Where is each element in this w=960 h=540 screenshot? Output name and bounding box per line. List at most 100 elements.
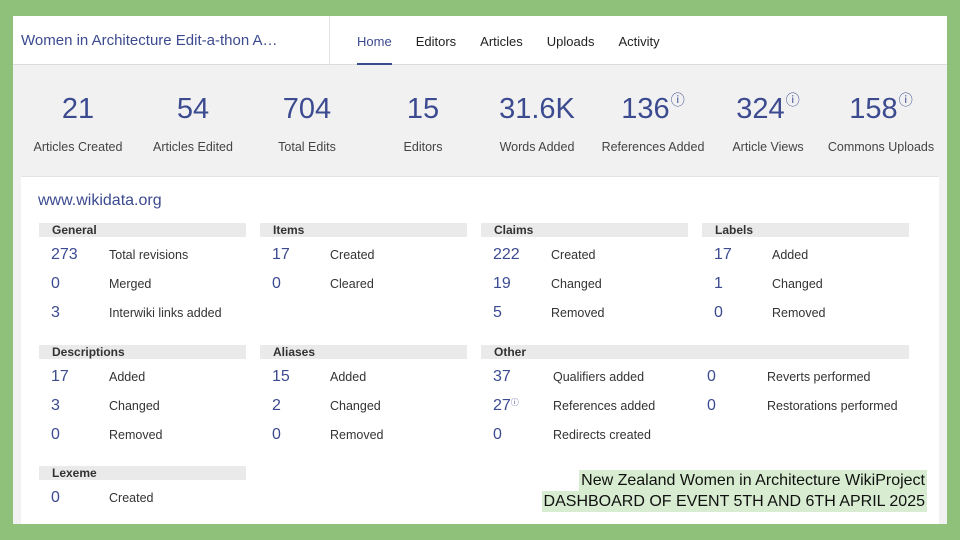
group-header-lexeme: Lexeme — [39, 466, 246, 480]
stat-count: 27ⓘ — [493, 397, 519, 415]
stat-label: Article Views — [732, 140, 804, 154]
stat-row-label: Added — [330, 370, 367, 384]
stat-value: 136ⓘ — [593, 92, 713, 125]
stat-row: 0 Removed — [272, 426, 472, 446]
stat-row: 5 Removed — [493, 304, 693, 324]
stat-row: 0 Removed — [714, 304, 914, 324]
stat-row-label: Added — [772, 248, 809, 262]
caption-line-1: New Zealand Women in Architecture WikiPr… — [579, 470, 927, 491]
stat-count: 37 — [493, 368, 511, 385]
stat-row: 0 Reverts performed — [707, 368, 927, 388]
stat-total-edits: 704 Total Edits — [247, 93, 367, 155]
stat-row-label: References added — [553, 399, 656, 413]
stat-value: 704 — [282, 93, 332, 125]
stat-row-label: Changed — [551, 277, 602, 291]
stat-row-label: Created — [109, 491, 154, 505]
stat-row-label: Removed — [551, 306, 605, 320]
stat-number: 324 — [736, 93, 785, 125]
stat-row: 3 Interwiki links added — [51, 304, 251, 324]
top-nav-bar: Women in Architecture Edit-a-thon A… Hom… — [13, 16, 947, 65]
stat-count: 5 — [493, 304, 502, 321]
stat-count-number: 27 — [493, 397, 511, 414]
stat-count: 0 — [272, 426, 281, 443]
stat-articles-created: 21 Articles Created — [18, 93, 138, 155]
stat-row-label: Created — [551, 248, 596, 262]
stat-value: 21 — [61, 93, 95, 125]
event-title[interactable]: Women in Architecture Edit-a-thon A… — [21, 32, 278, 49]
stat-row: 37 Qualifiers added — [493, 368, 693, 388]
stat-count: 222 — [493, 246, 520, 263]
stat-row: 0 Restorations performed — [707, 397, 927, 417]
event-caption: New Zealand Women in Architecture WikiPr… — [541, 470, 927, 512]
stat-count: 0 — [272, 275, 281, 292]
stat-label: Editors — [403, 140, 443, 154]
stat-row: 2 Changed — [272, 397, 472, 417]
stat-value: 31.6K — [499, 93, 575, 125]
group-header-labels: Labels — [702, 223, 909, 237]
stat-label: Articles Created — [33, 140, 123, 154]
info-icon[interactable]: ⓘ — [899, 92, 913, 108]
stat-count: 15 — [272, 368, 290, 385]
stat-row: 27ⓘ References added — [493, 397, 693, 417]
stat-row-label: Qualifiers added — [553, 370, 645, 384]
stat-value: 15 — [406, 93, 440, 125]
stat-row: 17 Added — [51, 368, 251, 388]
stat-count: 0 — [707, 397, 716, 414]
stat-label: Commons Uploads — [827, 140, 935, 154]
stat-count: 3 — [51, 304, 60, 321]
stat-number: 136 — [621, 93, 670, 125]
info-icon[interactable]: ⓘ — [511, 398, 519, 407]
info-icon[interactable]: ⓘ — [671, 92, 685, 108]
stat-count: 2 — [272, 397, 281, 414]
tab-editors[interactable]: Editors — [404, 16, 468, 65]
caption-line-2: DASHBOARD OF EVENT 5TH AND 6TH APRIL 202… — [541, 491, 927, 512]
stat-value: 54 — [176, 93, 210, 125]
stat-row-label: Removed — [330, 428, 384, 442]
stat-count: 17 — [714, 246, 732, 263]
stat-row: 19 Changed — [493, 275, 693, 295]
stat-row: 0 Merged — [51, 275, 251, 295]
stat-row: 0 Removed — [51, 426, 251, 446]
tab-articles[interactable]: Articles — [468, 16, 535, 65]
stat-count: 0 — [714, 304, 723, 321]
summary-stats: 21 Articles Created 54 Articles Edited 7… — [13, 92, 947, 175]
stat-row: 0 Created — [51, 489, 251, 509]
stat-row-label: Removed — [772, 306, 826, 320]
group-header-claims: Claims — [481, 223, 688, 237]
stat-count: 0 — [493, 426, 502, 443]
stat-commons-uploads: 158ⓘ Commons Uploads — [821, 92, 941, 154]
wiki-title-link[interactable]: www.wikidata.org — [38, 192, 162, 210]
tab-home[interactable]: Home — [345, 16, 404, 65]
stat-row-label: Added — [109, 370, 146, 384]
stat-row-label: Removed — [109, 428, 163, 442]
stat-count: 0 — [707, 368, 716, 385]
group-header-other: Other — [481, 345, 909, 359]
wikidata-panel: www.wikidata.org General 273 Total revis… — [21, 176, 939, 524]
stat-row: 222 Created — [493, 246, 693, 266]
stat-count: 17 — [51, 368, 69, 385]
stat-article-views: 324ⓘ Article Views — [708, 92, 828, 154]
group-header-items: Items — [260, 223, 467, 237]
stat-count: 3 — [51, 397, 60, 414]
stat-row: 273 Total revisions — [51, 246, 251, 266]
stat-row: 3 Changed — [51, 397, 251, 417]
stat-count: 0 — [51, 489, 60, 506]
stat-number: 158 — [849, 93, 898, 125]
group-header-descriptions: Descriptions — [39, 345, 246, 359]
stat-count: 1 — [714, 275, 723, 292]
stat-count: 273 — [51, 246, 78, 263]
tab-uploads[interactable]: Uploads — [535, 16, 607, 65]
dashboard-frame: Women in Architecture Edit-a-thon A… Hom… — [13, 16, 947, 524]
stat-row-label: Changed — [330, 399, 381, 413]
tab-activity[interactable]: Activity — [606, 16, 671, 65]
stat-row-label: Interwiki links added — [109, 306, 222, 320]
stat-count: 0 — [51, 275, 60, 292]
stat-row-label: Total revisions — [109, 248, 189, 262]
stat-row: 17 Added — [714, 246, 914, 266]
stat-row-label: Merged — [109, 277, 152, 291]
stat-row: 1 Changed — [714, 275, 914, 295]
stat-value: 324ⓘ — [708, 92, 828, 125]
info-icon[interactable]: ⓘ — [786, 92, 800, 108]
stat-label: Articles Edited — [153, 140, 233, 154]
stat-label: References Added — [601, 140, 705, 154]
